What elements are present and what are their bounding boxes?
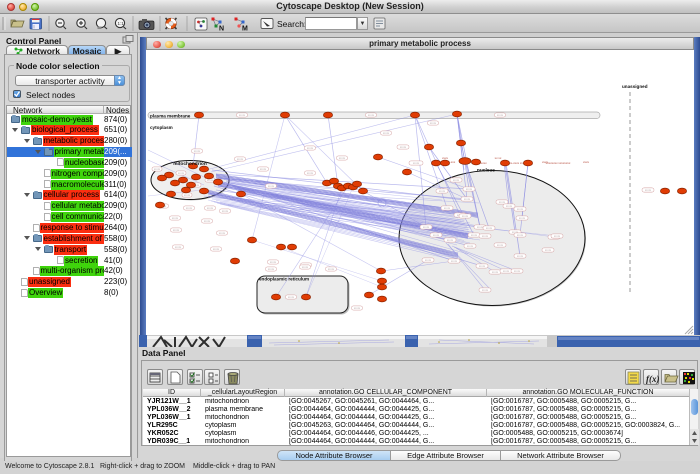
svg-text:xx xx: xx xx [423,226,430,229]
svg-text:xx xx: xx xx [213,248,220,251]
svg-text:xx xx: xx xx [184,194,191,197]
svg-text:xxxx: xxxx [583,160,590,164]
svg-text:xx xx: xx xx [444,207,451,210]
svg-text:xx xx: xx xx [433,234,440,237]
svg-text:xx xx: xx xx [270,261,277,264]
svg-text:xx xx: xx xx [447,239,454,242]
svg-text:xx xx: xx xx [413,162,420,165]
svg-text:xx xx: xx xx [486,227,493,230]
svg-text:xx xx: xx xx [368,114,375,117]
svg-text:xx xx: xx xx [492,271,499,274]
svg-text:xx xx: xx xx [383,132,390,135]
svg-text:xx xx: xx xx [503,270,510,273]
svg-text:xx xx: xx xx [172,217,179,220]
svg-text:xx xx: xx xx [260,168,267,171]
svg-text:xx xx: xx xx [471,234,478,237]
svg-text:M: M [242,26,248,33]
svg-text:mitochondrion: mitochondrion [173,161,207,167]
svg-text:xx xx: xx xx [479,265,486,268]
svg-text:xx xx: xx xx [495,156,502,160]
svg-text:xx xx: xx xx [175,246,182,249]
svg-text:cytoplasm: cytoplasm [150,125,173,130]
svg-text:xx xx: xx xx [554,235,561,238]
svg-text:xx xx: xx xx [186,207,193,210]
svg-text:unassigned: unassigned [622,84,648,89]
svg-text:xx xx: xx xx [477,226,484,229]
svg-text:xx xx: xx xx [517,208,524,211]
svg-text:1:1: 1:1 [118,21,125,26]
svg-text:xx xx: xx xx [219,232,226,235]
svg-text:xx xx: xx xx [517,234,524,237]
svg-text:nucleus: nucleus [477,168,495,174]
svg-text:xx xx: xx xx [451,260,458,263]
svg-text:xx xx: xx xx [506,205,513,208]
svg-text:xx xx: xx xx [307,172,314,175]
svg-text:xx xx: xx xx [400,146,407,149]
svg-text:xxxxxxxx xxxxxxxx: xxxxxxxx xxxxxxxx [546,161,571,165]
svg-text:xx xx: xx xx [497,114,504,117]
svg-text:xx xx: xx xx [482,289,489,292]
svg-text:xx xx: xx xx [307,147,314,150]
svg-text:xx xx: xx xx [339,157,346,160]
svg-text:xx xx: xx xx [430,122,437,125]
svg-text:xx xx: xx xx [464,198,471,201]
svg-text:xx xx: xx xx [497,244,504,247]
svg-text:xx xx: xx xx [645,189,652,192]
svg-text:xx xx: xx xx [425,259,432,262]
svg-text:xx xx: xx xx [499,201,506,204]
svg-text:xx xx: xx xx [517,255,524,258]
svg-text:xx xx: xx xx [328,268,335,271]
svg-text:xx xx: xx xx [519,217,526,220]
svg-text:xx xx: xx xx [194,150,201,153]
svg-text:xx xx: xx xx [239,114,246,117]
svg-text:xx xx: xx xx [514,270,521,273]
svg-text:xx xx: xx xx [545,249,552,252]
svg-text:xx xx: xx xx [222,210,229,213]
svg-text:xx xx: xx xx [462,215,469,218]
svg-text:xx xx: xx xx [482,235,489,238]
svg-text:xx xx: xx xx [439,190,446,193]
svg-text:plasma membrane: plasma membrane [150,114,191,119]
svg-text:xx xx: xx xx [466,188,473,191]
svg-text:xx xx: xx xx [268,185,275,188]
svg-text:f(x): f(x) [646,374,660,384]
svg-text:xx xx: xx xx [302,266,309,269]
svg-text:N: N [219,26,224,33]
svg-text:xx xx: xx xx [178,172,185,175]
svg-text:xx xx: xx xx [173,229,180,232]
svg-text:endoplasmic reticulum: endoplasmic reticulum [259,277,309,282]
svg-text:xx xx: xx xx [237,158,244,161]
svg-text:xx xx: xx xx [354,307,361,310]
svg-text:xx xx: xx xx [154,168,161,171]
svg-text:xxxx: xxxx [442,156,449,160]
svg-text:xx xx: xx xx [207,179,214,182]
svg-text:xx xx: xx xx [268,268,275,271]
svg-text:xx xx: xx xx [204,220,211,223]
svg-text:xx xx: xx xx [288,296,295,299]
svg-text:xx xx: xx xx [207,207,214,210]
svg-text:xx xx: xx xx [453,179,460,182]
svg-text:xxx-xxxx xxx: xxx-xxxx xxx [508,161,525,165]
svg-text:xx xx: xx xx [467,245,474,248]
